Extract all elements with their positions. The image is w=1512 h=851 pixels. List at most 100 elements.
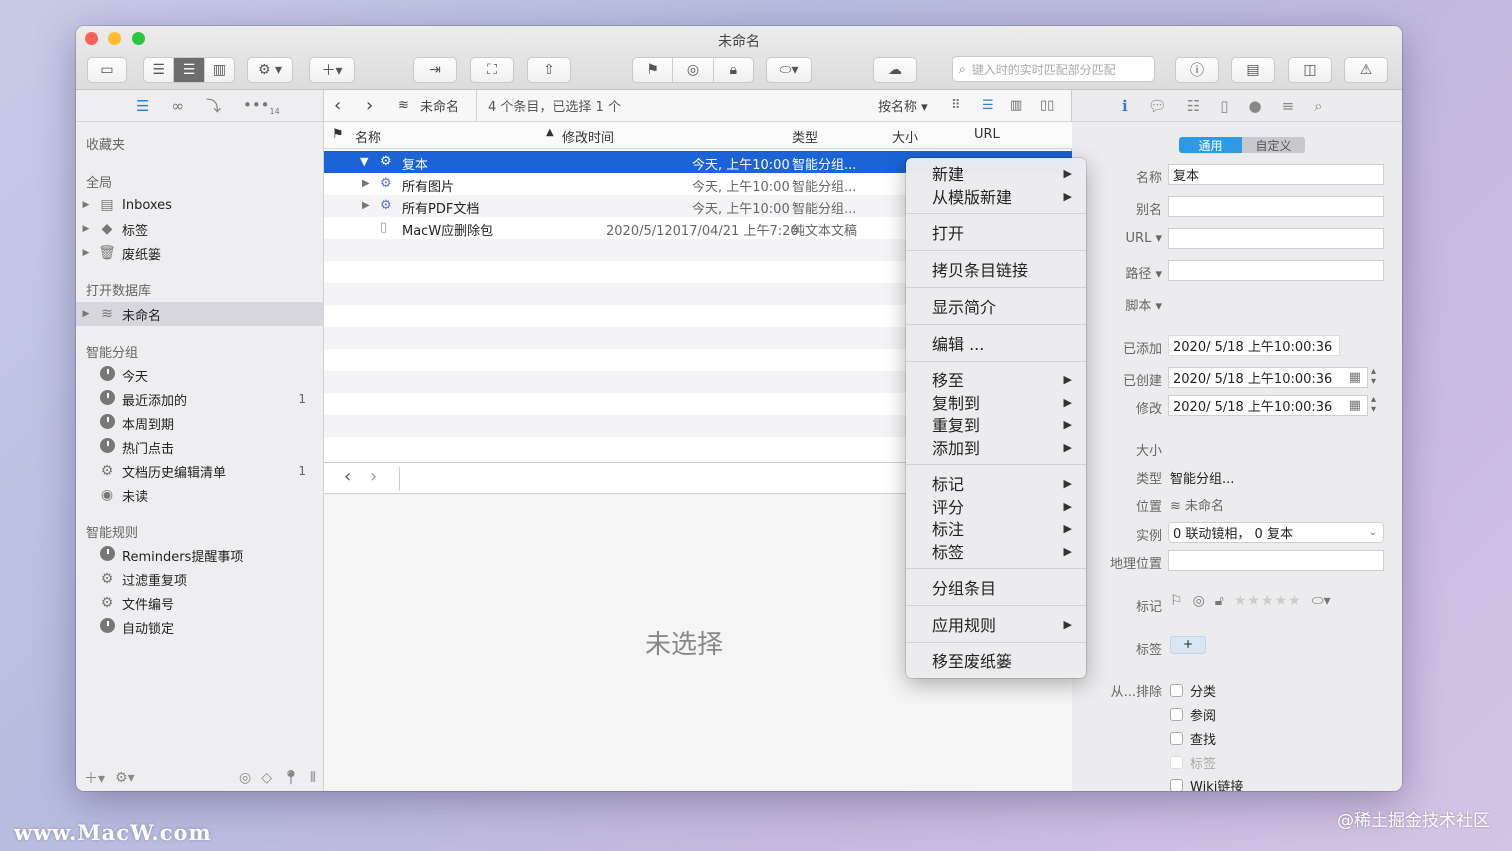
menu-item-mark[interactable]: 标记 ▶ (906, 472, 1086, 494)
import-button[interactable]: ⇥ (413, 57, 457, 83)
sidebar-item-tags[interactable]: ▶ ◆ 标签 (76, 218, 324, 240)
reading-glasses-icon[interactable]: ∞ (171, 97, 184, 115)
preview-toggle-button[interactable]: ▤ (1231, 57, 1275, 83)
smart-rule-auto-lock[interactable]: 自动锁定 (76, 616, 324, 638)
instance-select[interactable]: 0 联动镜相， 0 复本 ⌄ (1168, 522, 1384, 543)
back-button[interactable]: ‹ (334, 95, 341, 116)
sort-menu[interactable]: 按名称 ▾ (878, 96, 928, 115)
sidebar-item-database[interactable]: ▶ ≋ 未命名 (76, 302, 324, 326)
created-date-field[interactable]: 2020/ 5/18 上午10:00:36 ▦ (1168, 367, 1368, 388)
view-icons-button[interactable]: ☰ (144, 58, 175, 82)
search-tab-icon[interactable]: ⌕ (1314, 97, 1322, 115)
lock-icon[interactable]: 🔓︎ (1215, 593, 1224, 609)
menu-item-new[interactable]: 新建 ▶ (906, 162, 1086, 184)
flag-column-icon[interactable]: ⚑ (332, 127, 344, 142)
more-tab-icon[interactable]: •••14 (243, 96, 280, 116)
icon-view-icon[interactable]: ⠿ (951, 98, 961, 113)
lock-button[interactable]: 🔒︎ (714, 58, 753, 82)
column-view-icon[interactable]: ▥ (1010, 98, 1022, 113)
smart-group-history[interactable]: ⚙ 文档历史编辑清单 1 (76, 460, 324, 482)
action-menu-button[interactable]: ⚙ ▾ (247, 57, 293, 83)
path-field[interactable] (1168, 260, 1384, 281)
smart-rule-file-number[interactable]: ⚙ 文件编号 (76, 592, 324, 614)
view-mode-segment[interactable]: ☰ ☰ ▥ (143, 57, 235, 83)
menu-item-edit[interactable]: 编辑 ... (906, 332, 1086, 354)
inspector-mode-segment[interactable]: 通用 自定义 (1179, 137, 1305, 153)
exclude-search-checkbox[interactable]: 查找 (1170, 729, 1216, 748)
add-icon[interactable]: ＋▾ (84, 768, 105, 788)
cover-flow-icon[interactable]: ▯▯ (1040, 98, 1054, 113)
disclosure-icon[interactable]: ▶ (76, 200, 96, 210)
alias-field[interactable] (1168, 196, 1384, 217)
column-type[interactable]: 类型 (792, 127, 818, 146)
script-label[interactable]: 脚本 ▾ (1125, 295, 1162, 314)
menu-item-group-items[interactable]: 分组条目 (906, 576, 1086, 598)
calendar-icon[interactable]: ▦ (1349, 398, 1361, 413)
toggle-sidebar-button[interactable]: ▭ (87, 57, 127, 83)
disclosure-icon[interactable]: ▶ (76, 248, 96, 258)
label-menu-button[interactable]: ⬭▾ (766, 57, 812, 83)
view-list-button[interactable]: ☰ (174, 58, 205, 82)
menu-item-tags[interactable]: 标签 ▶ (906, 540, 1086, 562)
forward-button[interactable]: › (366, 95, 373, 116)
sidebar-item-trash[interactable]: ▶ 🗑︎ 废纸篓 (76, 242, 324, 264)
menu-item-move-to[interactable]: 移至 ▶ (906, 368, 1086, 390)
name-field[interactable]: 复本 (1168, 164, 1384, 185)
sync-button[interactable]: ☁ (873, 57, 917, 83)
smart-group-recent[interactable]: 最近添加的 1 (76, 388, 324, 410)
url-field[interactable] (1168, 228, 1384, 249)
flag-button[interactable]: ⚑ (633, 58, 674, 82)
smart-group-popular[interactable]: 热门点击 (76, 436, 324, 458)
column-name[interactable]: 名称 (355, 127, 381, 146)
modified-stepper[interactable]: ▴ ▾ (1371, 395, 1376, 415)
menu-item-duplicate-to[interactable]: 重复到 ▶ (906, 413, 1086, 435)
exclude-classify-checkbox[interactable]: 分类 (1170, 681, 1216, 700)
target-icon[interactable]: ◎ (239, 770, 251, 786)
annotation-tab-icon[interactable]: 💬︎ (1148, 97, 1167, 115)
label-icon[interactable]: ⬭▾ (1312, 593, 1331, 609)
menu-item-label[interactable]: 标注 ▶ (906, 517, 1086, 539)
outline-tab-icon[interactable]: ☷ (1187, 97, 1200, 115)
next-document-button[interactable]: › (370, 466, 377, 487)
document-tab-icon[interactable]: ▯ (1220, 97, 1228, 115)
add-tag-button[interactable]: + (1170, 636, 1206, 654)
unread-icon[interactable]: ◎ (1193, 593, 1205, 609)
geo-field[interactable] (1168, 550, 1384, 571)
breadcrumb[interactable]: 未命名 (420, 96, 459, 115)
mark-segment[interactable]: ⚑ ◎ 🔒︎ (632, 57, 754, 83)
location-value[interactable]: ≋ 未命名 (1170, 495, 1224, 514)
gear-icon[interactable]: ⚙▾ (115, 770, 135, 786)
menu-item-new-from-template[interactable]: 从模版新建 ▶ (906, 185, 1086, 207)
menu-item-copy-link[interactable]: 拷贝条目链接 (906, 258, 1086, 280)
disclosure-open-icon[interactable]: ▼ (360, 155, 368, 168)
info-tab-icon[interactable]: ℹ (1122, 97, 1128, 115)
column-modified[interactable]: 修改时间 (562, 127, 614, 146)
calendar-icon[interactable]: ▦ (1349, 370, 1361, 385)
tab-general[interactable]: 通用 (1179, 137, 1242, 153)
tag-icon[interactable]: ◇ (261, 770, 272, 786)
column-size[interactable]: 大小 (892, 127, 918, 146)
smart-group-unread[interactable]: ◉ 未读 (76, 484, 324, 506)
menu-item-move-to-trash[interactable]: 移至废纸篓 (906, 649, 1086, 671)
navigate-tab-icon[interactable]: ☰ (136, 97, 149, 115)
smart-rule-reminders[interactable]: Reminders提醒事项 (76, 544, 324, 566)
smart-group-today[interactable]: 今天 (76, 364, 324, 386)
unread-button[interactable]: ◎ (673, 58, 714, 82)
column-url[interactable]: URL (974, 127, 1000, 142)
menu-item-show-info[interactable]: 显示简介 (906, 295, 1086, 317)
disclosure-icon[interactable]: ▶ (362, 178, 370, 189)
inspector-toggle-button[interactable]: ◫ (1288, 57, 1332, 83)
smart-rule-duplicates[interactable]: ⚙ 过滤重复项 (76, 568, 324, 590)
disclosure-icon[interactable]: ▶ (76, 224, 96, 234)
previous-document-button[interactable]: ‹ (344, 466, 351, 487)
text-tab-icon[interactable]: ≡ (1282, 97, 1295, 115)
disclosure-icon[interactable]: ▶ (76, 309, 96, 319)
disclosure-icon[interactable]: ▶ (362, 200, 370, 211)
smart-group-due-week[interactable]: 本周到期 (76, 412, 324, 434)
created-stepper[interactable]: ▴ ▾ (1371, 367, 1376, 387)
resize-handle-icon[interactable]: ⦀ (310, 770, 316, 786)
info-button[interactable]: ⓘ (1175, 57, 1219, 83)
sidebar-item-inboxes[interactable]: ▶ ▤ Inboxes (76, 194, 324, 216)
capture-button[interactable]: ⛶ (470, 57, 514, 83)
share-button[interactable]: ⇧ (527, 57, 571, 83)
